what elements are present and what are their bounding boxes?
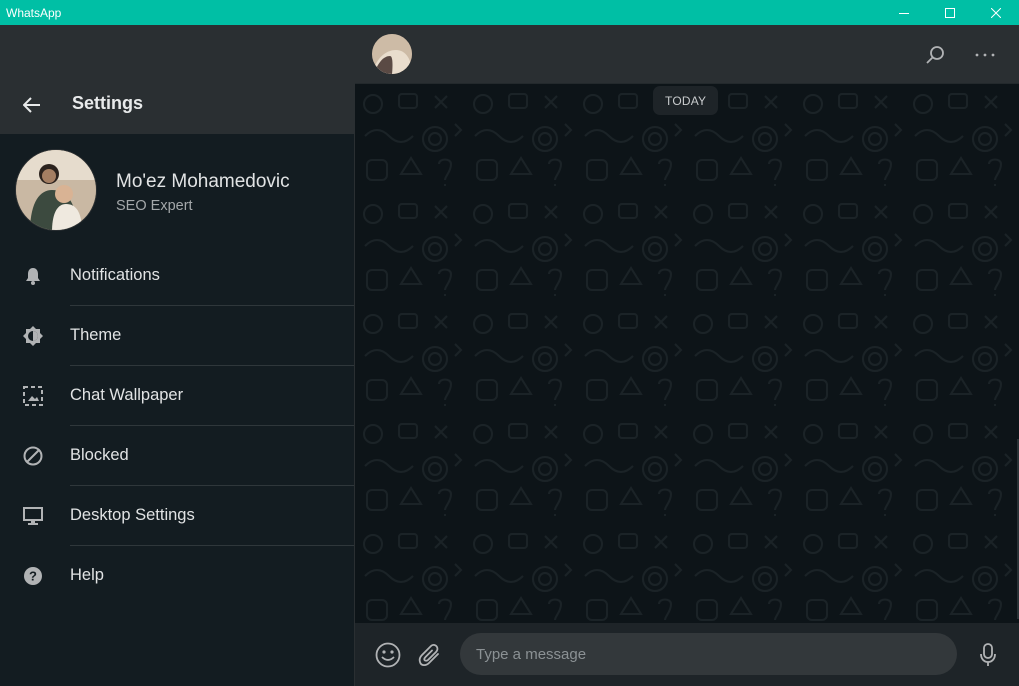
- profile-avatar[interactable]: [15, 149, 97, 231]
- minimize-icon: [899, 12, 909, 14]
- date-separator: TODAY: [653, 86, 719, 115]
- menu-item-label: Blocked: [70, 446, 129, 464]
- menu-item-label: Theme: [70, 326, 122, 344]
- window-controls: [881, 0, 1019, 25]
- mic-icon: [980, 643, 996, 666]
- maximize-button[interactable]: [927, 0, 973, 25]
- settings-menu: Notifications Theme Chat Wallpaper Block…: [0, 246, 354, 606]
- blocked-icon: [22, 445, 44, 467]
- close-button[interactable]: [973, 0, 1019, 25]
- wallpaper-doodle-pattern: [355, 84, 1019, 623]
- minimize-button[interactable]: [881, 0, 927, 25]
- more-icon: [975, 53, 995, 57]
- whatsapp-window: WhatsApp Settings Mo'ez Mohamedovic SEO …: [0, 0, 1019, 686]
- settings-header: Settings: [0, 25, 354, 134]
- maximize-icon: [945, 7, 955, 18]
- theme-icon: [22, 325, 44, 347]
- settings-title: Settings: [72, 93, 144, 113]
- chat-background: TODAY: [355, 84, 1019, 623]
- search-icon: [926, 46, 944, 64]
- settings-panel: Settings Mo'ez Mohamedovic SEO Expert No…: [0, 25, 354, 686]
- emoji-icon: [375, 642, 401, 668]
- menu-item-label: Notifications: [70, 266, 160, 284]
- menu-item-blocked[interactable]: Blocked: [0, 426, 354, 486]
- menu-item-desktop-settings[interactable]: Desktop Settings: [0, 486, 354, 546]
- emoji-button[interactable]: [373, 640, 403, 670]
- more-button[interactable]: [972, 42, 998, 68]
- window-title: WhatsApp: [6, 5, 62, 20]
- menu-item-help[interactable]: ? Help: [0, 546, 354, 606]
- monitor-icon: [22, 505, 44, 527]
- search-button[interactable]: [922, 42, 948, 68]
- compose-bar: [355, 623, 1019, 686]
- menu-item-chat-wallpaper[interactable]: Chat Wallpaper: [0, 366, 354, 426]
- attach-icon: [418, 644, 439, 667]
- menu-item-notifications[interactable]: Notifications: [0, 246, 354, 306]
- svg-text:?: ?: [29, 569, 37, 584]
- attach-button[interactable]: [415, 640, 445, 670]
- menu-item-label: Help: [70, 566, 104, 584]
- menu-item-label: Desktop Settings: [70, 506, 195, 524]
- mic-button[interactable]: [973, 640, 1003, 670]
- message-input[interactable]: [460, 633, 957, 675]
- profile-section[interactable]: Mo'ez Mohamedovic SEO Expert: [0, 134, 354, 248]
- profile-status: SEO Expert: [116, 198, 193, 214]
- profile-name: Mo'ez Mohamedovic: [116, 171, 290, 192]
- title-bar: WhatsApp: [0, 0, 1019, 25]
- chat-header: [355, 25, 1019, 84]
- arrow-left-icon: [23, 97, 40, 113]
- bell-icon: [22, 265, 44, 287]
- menu-item-theme[interactable]: Theme: [0, 306, 354, 366]
- help-icon: ?: [22, 565, 44, 587]
- contact-avatar[interactable]: [372, 34, 412, 74]
- wallpaper-icon: [22, 385, 44, 407]
- back-button[interactable]: [18, 93, 46, 117]
- menu-item-label: Chat Wallpaper: [70, 386, 184, 404]
- chat-panel: TODAY: [354, 25, 1019, 686]
- close-icon: [991, 7, 1001, 18]
